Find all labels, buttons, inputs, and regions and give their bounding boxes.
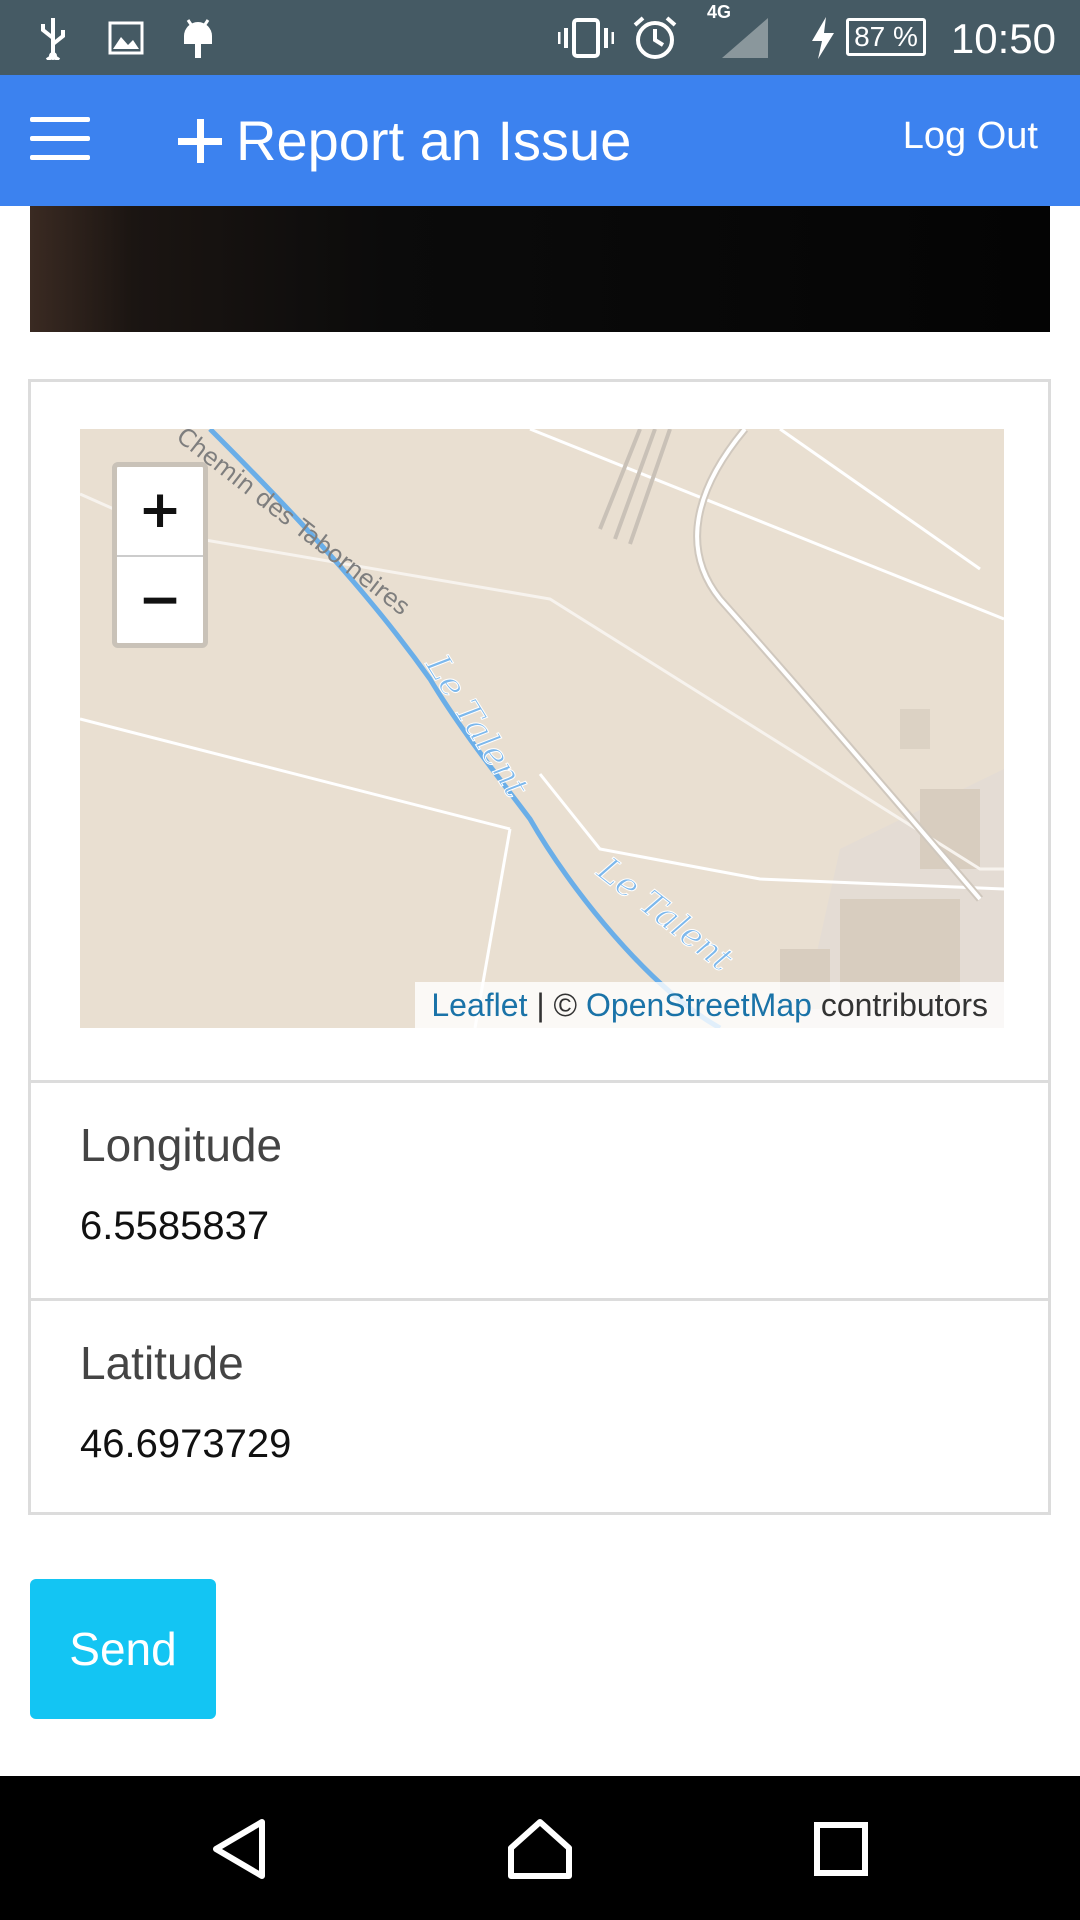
menu-icon[interactable]	[30, 117, 90, 161]
zoom-out-button[interactable]: −	[117, 557, 203, 645]
navigation-bar	[0, 1776, 1080, 1920]
openstreetmap-link[interactable]: OpenStreetMap	[586, 987, 812, 1023]
attribution-suffix: contributors	[811, 987, 988, 1023]
zoom-in-button[interactable]: +	[117, 467, 203, 557]
attribution-separator: | ©	[527, 987, 587, 1023]
alarm-icon	[632, 0, 678, 75]
back-icon[interactable]	[206, 1818, 276, 1880]
home-icon[interactable]	[505, 1818, 575, 1880]
latitude-value: 46.6973729	[80, 1422, 292, 1466]
image-icon	[108, 0, 144, 75]
map[interactable]: Chemin des Taborneires Le Talent Le Tale…	[80, 429, 1004, 1028]
send-button[interactable]: Send	[30, 1579, 216, 1719]
map-attribution: Leaflet | © OpenStreetMap contributors	[415, 982, 1004, 1028]
vibrate-icon	[558, 0, 614, 75]
latitude-label: Latitude	[80, 1337, 244, 1389]
page-header: Report an Issue	[178, 75, 631, 206]
map-tiles: Chemin des Taborneires Le Talent Le Tale…	[80, 429, 1004, 1028]
leaflet-link[interactable]: Leaflet	[431, 987, 527, 1023]
page-title: Report an Issue	[236, 109, 632, 172]
longitude-value: 6.5585837	[80, 1204, 270, 1248]
recents-icon[interactable]	[806, 1818, 876, 1880]
app-bar: Report an Issue Log Out	[0, 75, 1080, 206]
longitude-row: Longitude 6.5585837	[31, 1080, 1048, 1299]
clock: 10:50	[950, 15, 1056, 62]
signal-icon	[720, 0, 770, 75]
zoom-control: + −	[112, 462, 208, 648]
charging-icon	[810, 0, 836, 75]
latitude-row: Latitude 46.6973729	[31, 1298, 1048, 1517]
status-bar: 4G 87 % 10:50	[0, 0, 1080, 75]
location-card: Chemin des Taborneires Le Talent Le Tale…	[28, 379, 1051, 1515]
plus-icon	[178, 118, 222, 163]
logout-button[interactable]: Log Out	[903, 75, 1038, 206]
longitude-label: Longitude	[80, 1119, 283, 1171]
android-icon	[180, 0, 216, 75]
usb-icon	[36, 0, 70, 75]
battery-icon: 87 %	[846, 18, 926, 56]
issue-photo	[30, 206, 1050, 332]
